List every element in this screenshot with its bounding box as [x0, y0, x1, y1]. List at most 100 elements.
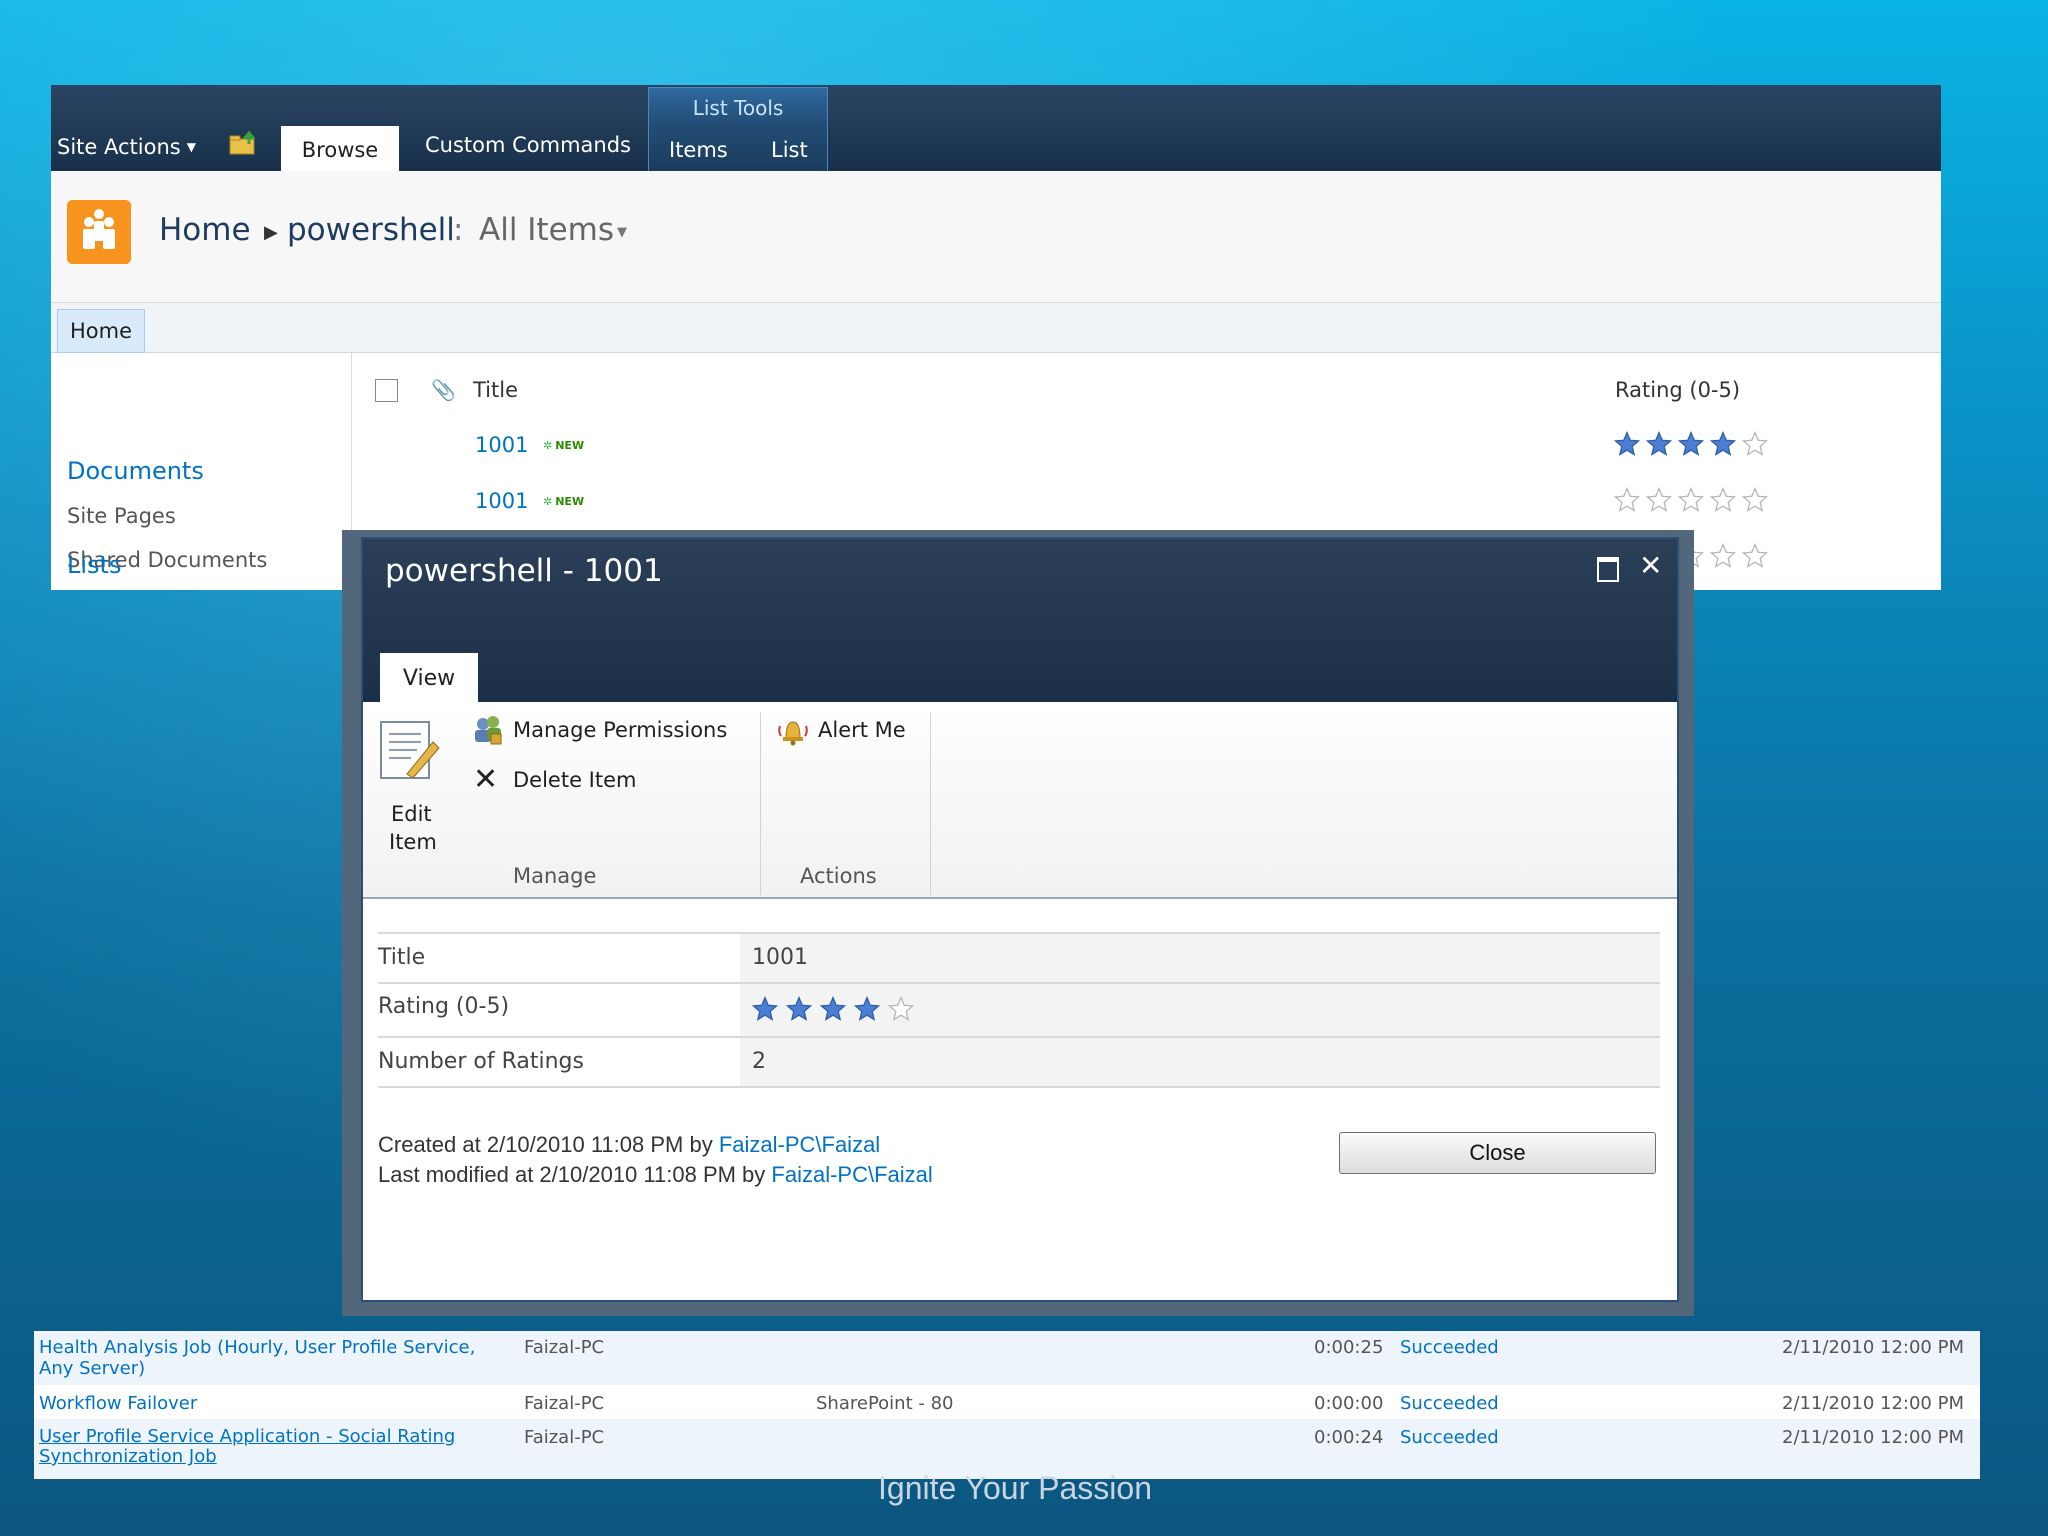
row-rating-stars[interactable] [1614, 487, 1768, 513]
alert-me-label: Alert Me [818, 718, 906, 742]
top-navigation: Home [51, 303, 1941, 353]
job-name[interactable]: Workflow Failover [39, 1393, 197, 1414]
site-logo-icon [67, 200, 131, 264]
delete-item-button[interactable]: ✕ Delete Item [471, 762, 671, 800]
dialog-title: powershell - 1001 [385, 553, 663, 589]
dialog-header: powershell - 1001 ✕ View [363, 539, 1677, 702]
field-value-title: 1001 [740, 934, 1660, 982]
tab-list[interactable]: List [771, 138, 808, 162]
field-label-title: Title [378, 934, 740, 982]
dialog-rating-stars[interactable] [752, 996, 914, 1022]
job-name-line: Health Analysis Job (Hourly, User Profil… [39, 1337, 476, 1358]
list-tools-title: List Tools [692, 96, 784, 120]
job-duration: 0:00:25 [1314, 1337, 1384, 1358]
select-all-checkbox[interactable] [375, 379, 398, 402]
close-button[interactable]: Close [1339, 1132, 1656, 1174]
list-item-title[interactable]: 1001 [475, 433, 528, 457]
field-value-number-of-ratings: 2 [740, 1038, 1660, 1086]
chevron-down-icon: ▼ [186, 140, 196, 154]
field-value-rating [740, 984, 1660, 1036]
slide-caption: Ignite Your Passion [878, 1470, 1152, 1506]
star-icon[interactable] [786, 996, 812, 1022]
job-name[interactable]: Health Analysis Job (Hourly, User Profil… [39, 1337, 475, 1379]
ql-site-pages[interactable]: Site Pages [67, 504, 176, 528]
field-label-number-of-ratings: Number of Ratings [378, 1038, 740, 1086]
job-duration: 0:00:00 [1314, 1393, 1384, 1414]
tab-view[interactable]: View [380, 653, 478, 702]
star-icon[interactable] [1678, 431, 1704, 457]
maximize-icon[interactable] [1597, 557, 1619, 582]
manage-permissions-icon [475, 716, 502, 745]
field-row: Title 1001 [378, 934, 1660, 984]
modified-by-link[interactable]: Faizal-PC\Faizal [771, 1162, 932, 1187]
field-label-rating: Rating (0-5) [378, 984, 740, 1036]
star-icon[interactable] [1710, 487, 1736, 513]
site-actions-menu[interactable]: Site Actions ▼ [57, 135, 196, 159]
star-icon[interactable] [1646, 431, 1672, 457]
list-item-title[interactable]: 1001 [475, 489, 528, 513]
topnav-home[interactable]: Home [57, 309, 145, 353]
new-badge-icon: ✲ NEW [543, 439, 585, 452]
edit-item-label-1: Edit [391, 802, 432, 826]
timer-jobs-table: Health Analysis Job (Hourly, User Profil… [34, 1331, 1980, 1479]
job-duration: 0:00:24 [1314, 1427, 1384, 1448]
modified-info: Last modified at 2/10/2010 11:08 PM by F… [378, 1162, 933, 1188]
breadcrumb-separator: : [453, 212, 464, 248]
job-server: Faizal-PC [524, 1427, 605, 1448]
star-icon[interactable] [1742, 487, 1768, 513]
field-row: Rating (0-5) [378, 984, 1660, 1038]
sharepoint-page: Site Actions ▼ Browse Custom Commands Lis… [51, 85, 1941, 590]
star-icon[interactable] [1710, 431, 1736, 457]
breadcrumb-home[interactable]: Home [159, 212, 251, 248]
star-icon[interactable] [1646, 487, 1672, 513]
row-rating-stars[interactable] [1614, 431, 1768, 457]
job-completed: 2/11/2010 12:00 PM [1782, 1427, 1964, 1448]
tab-custom-commands[interactable]: Custom Commands [425, 133, 631, 157]
job-name[interactable]: User Profile Service Application - Socia… [39, 1427, 455, 1467]
manage-permissions-label: Manage Permissions [513, 718, 728, 742]
manage-permissions-button[interactable]: Manage Permissions [471, 714, 741, 750]
job-name-line: Synchronization Job [39, 1446, 217, 1467]
star-icon[interactable] [1742, 431, 1768, 457]
job-web-app: SharePoint - 80 [816, 1393, 954, 1414]
column-rating[interactable]: Rating (0-5) [1615, 378, 1740, 402]
star-icon[interactable] [854, 996, 880, 1022]
chevron-down-icon[interactable]: ▼ [617, 225, 627, 240]
alert-me-button[interactable]: Alert Me [776, 714, 926, 750]
delete-item-label: Delete Item [513, 768, 637, 792]
ribbon-bar: Site Actions ▼ Browse Custom Commands Lis… [51, 85, 1941, 172]
tab-items[interactable]: Items [669, 138, 728, 162]
breadcrumb-list[interactable]: powershell [287, 212, 455, 248]
delete-icon: ✕ [473, 762, 499, 797]
paperclip-icon: 📎 [431, 378, 456, 402]
modified-text: Last modified at 2/10/2010 11:08 PM by [378, 1162, 772, 1187]
ql-lists-heading[interactable]: Lists [67, 551, 121, 579]
job-status[interactable]: Succeeded [1400, 1337, 1499, 1358]
close-icon[interactable]: ✕ [1639, 549, 1662, 582]
star-icon[interactable] [1742, 543, 1768, 569]
view-selector[interactable]: All Items [479, 212, 614, 248]
table-row: Health Analysis Job (Hourly, User Profil… [34, 1331, 1980, 1385]
star-icon[interactable] [1710, 543, 1736, 569]
job-completed: 2/11/2010 12:00 PM [1782, 1393, 1964, 1414]
field-row: Number of Ratings 2 [378, 1038, 1660, 1088]
star-icon[interactable] [1678, 487, 1704, 513]
star-icon[interactable] [752, 996, 778, 1022]
tab-browse[interactable]: Browse [281, 126, 399, 171]
navigate-up-icon[interactable] [229, 131, 259, 155]
column-title[interactable]: Title [473, 378, 518, 402]
ql-documents-heading[interactable]: Documents [67, 457, 204, 485]
star-icon[interactable] [1614, 431, 1640, 457]
job-status[interactable]: Succeeded [1400, 1393, 1499, 1414]
new-badge-label: NEW [555, 439, 585, 452]
created-by-link[interactable]: Faizal-PC\Faizal [719, 1132, 880, 1157]
created-text: Created at 2/10/2010 11:08 PM by [378, 1132, 719, 1157]
star-icon[interactable] [820, 996, 846, 1022]
star-icon[interactable] [1614, 487, 1640, 513]
table-row: Workflow Failover Faizal-PC SharePoint -… [34, 1385, 1980, 1419]
star-icon[interactable] [888, 996, 914, 1022]
item-fields: Title 1001 Rating (0-5) Number of Rating… [378, 932, 1660, 1089]
edit-item-button[interactable]: Edit Item [377, 720, 447, 860]
job-status[interactable]: Succeeded [1400, 1427, 1499, 1448]
site-actions-label: Site Actions [57, 135, 181, 159]
